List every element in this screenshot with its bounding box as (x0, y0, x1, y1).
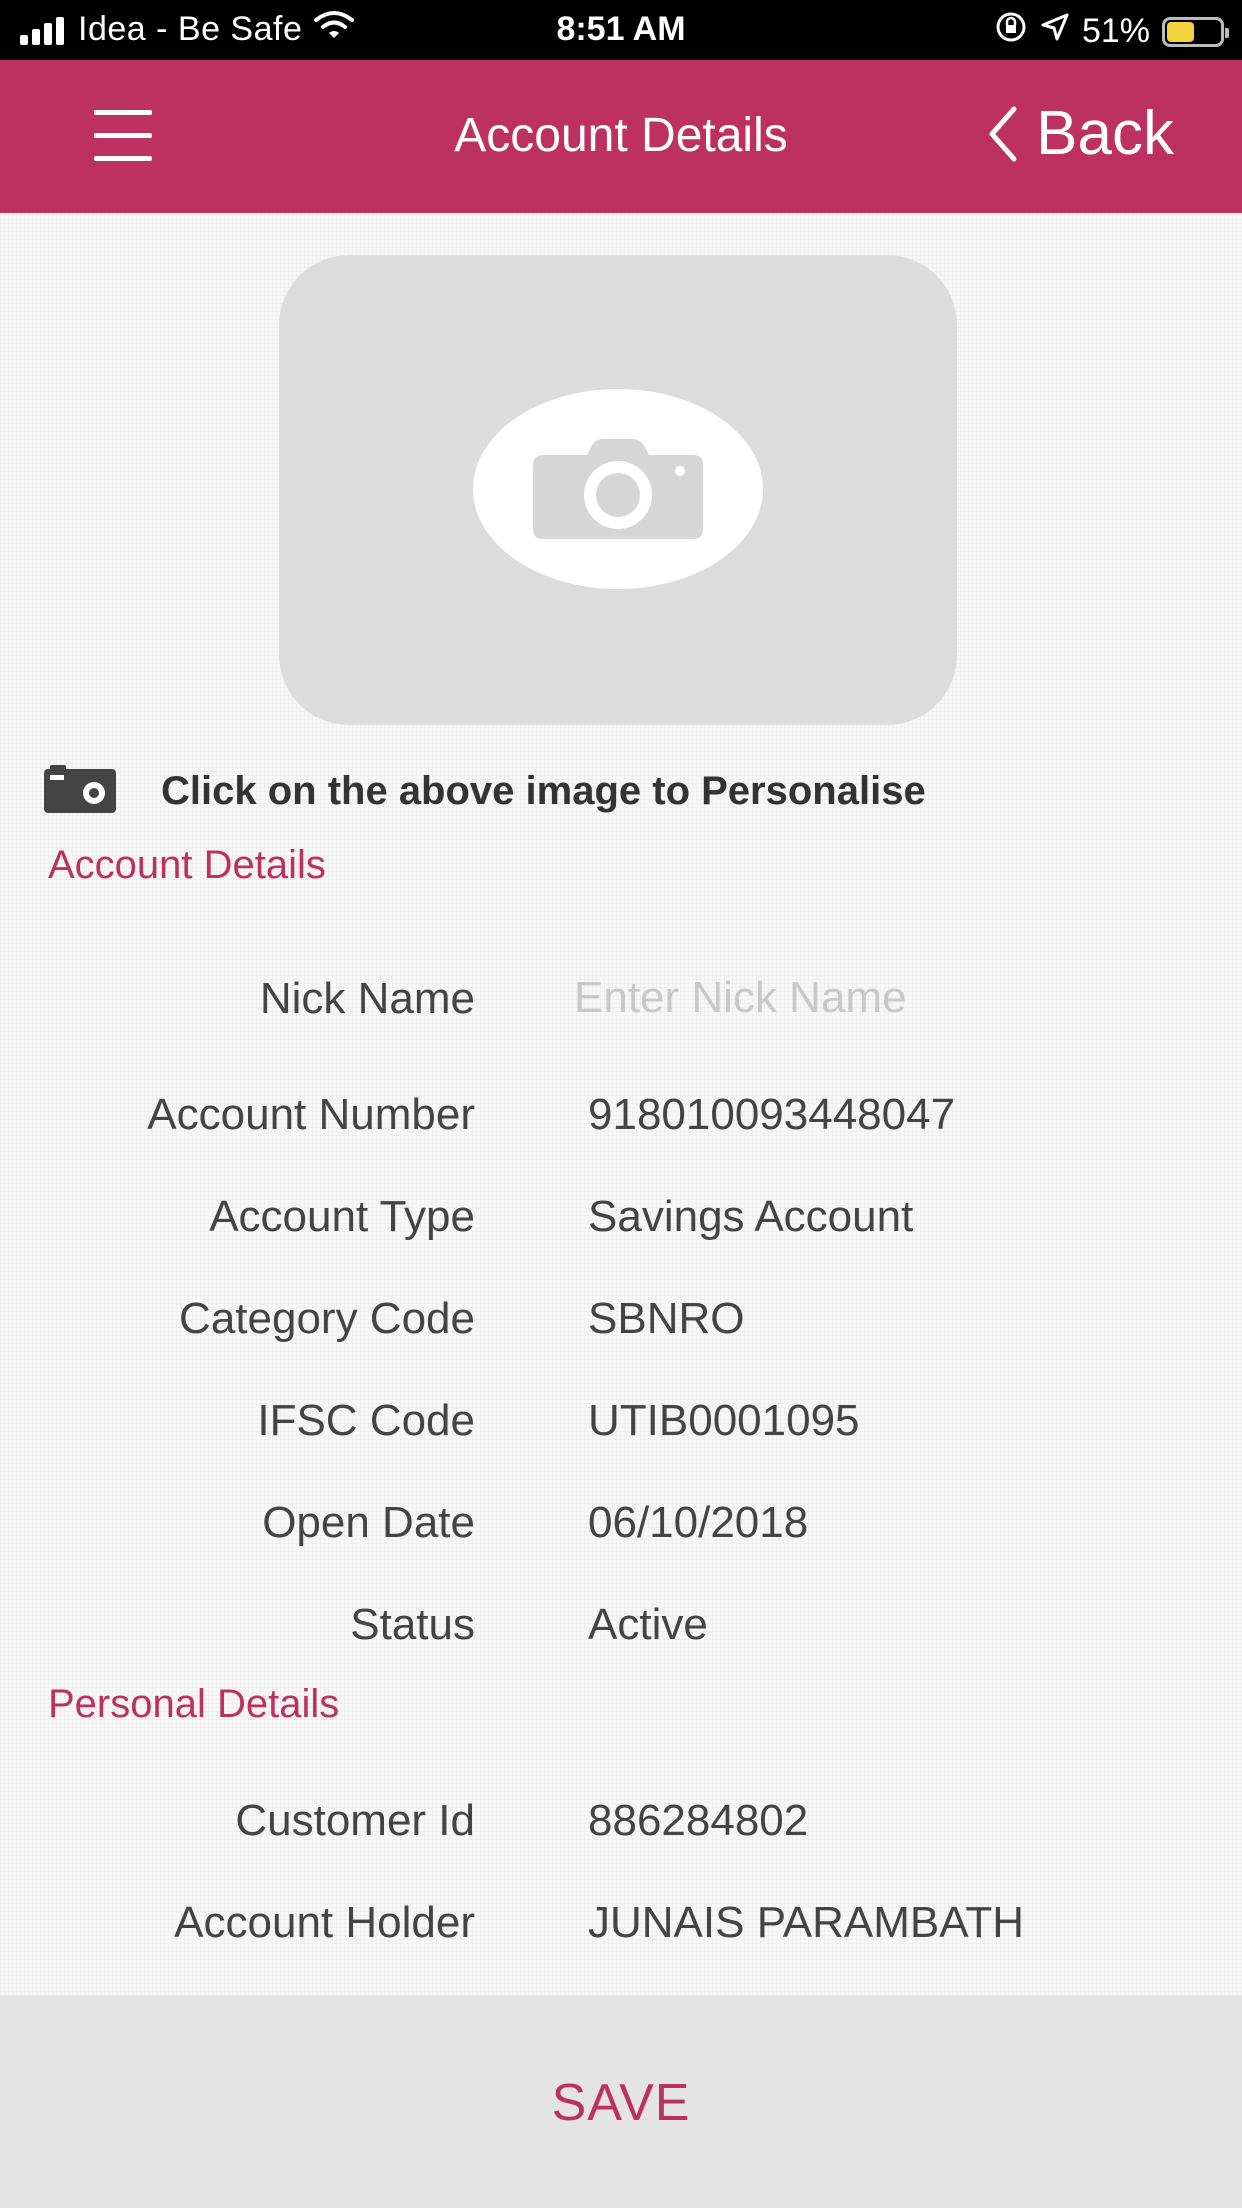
detail-value: Active (588, 1600, 708, 1649)
photo-circle (473, 389, 763, 589)
personal-details-heading: Personal Details (48, 1682, 340, 1726)
account-details-heading: Account Details (48, 843, 326, 887)
detail-row: Category Code SBNRO (0, 1294, 1242, 1354)
battery-percentage: 51% (1081, 12, 1150, 50)
personalise-hint: Click on the above image to Personalise (44, 765, 926, 818)
hint-text: Click on the above image to Personalise (161, 769, 926, 813)
detail-value: UTIB0001095 (588, 1396, 860, 1445)
detail-row: Account Type Savings Account (0, 1192, 1242, 1252)
save-label: SAVE (551, 2074, 691, 2132)
app-header: Account Details Back (0, 60, 1242, 213)
detail-row: Status Active (0, 1600, 1242, 1660)
status-bar: Idea - Be Safe 8:51 AM 51% (0, 0, 1242, 60)
battery-fill (1167, 21, 1194, 42)
detail-value: 06/10/2018 (588, 1498, 809, 1547)
chevron-left-icon (989, 106, 1017, 161)
nick-name-row: Nick Name (0, 968, 1242, 1034)
detail-label: Open Date (262, 1498, 475, 1547)
camera-icon (533, 439, 703, 539)
detail-value: 918010093448047 (588, 1090, 956, 1139)
detail-label: Customer Id (235, 1796, 475, 1845)
detail-label: Status (350, 1600, 475, 1649)
detail-value: SBNRO (588, 1294, 745, 1343)
camera-icon (44, 765, 116, 818)
location-icon (1040, 12, 1070, 51)
detail-row: Customer Id 886284802 (0, 1796, 1242, 1856)
detail-label: Account Type (209, 1192, 475, 1241)
detail-row: Account Number 918010093448047 (0, 1090, 1242, 1150)
detail-label: Account Number (147, 1090, 475, 1139)
detail-row: Open Date 06/10/2018 (0, 1498, 1242, 1558)
back-button[interactable]: Back (986, 98, 1174, 169)
detail-row: Account Holder JUNAIS PARAMBATH (0, 1898, 1242, 1958)
detail-label: Category Code (179, 1294, 475, 1343)
save-button[interactable]: SAVE (0, 1995, 1242, 2208)
detail-value: Savings Account (588, 1192, 914, 1241)
detail-value: 886284802 (588, 1796, 809, 1845)
detail-label: IFSC Code (257, 1396, 475, 1445)
orientation-lock-icon (994, 10, 1028, 53)
detail-value: JUNAIS PARAMBATH (588, 1898, 1024, 1947)
detail-row: IFSC Code UTIB0001095 (0, 1396, 1242, 1456)
nick-name-input[interactable] (574, 968, 1134, 1028)
back-label: Back (1036, 99, 1174, 168)
nick-name-label: Nick Name (259, 974, 475, 1023)
photo-placeholder[interactable] (279, 255, 957, 725)
battery-icon (1162, 16, 1229, 47)
detail-label: Account Holder (174, 1898, 475, 1947)
